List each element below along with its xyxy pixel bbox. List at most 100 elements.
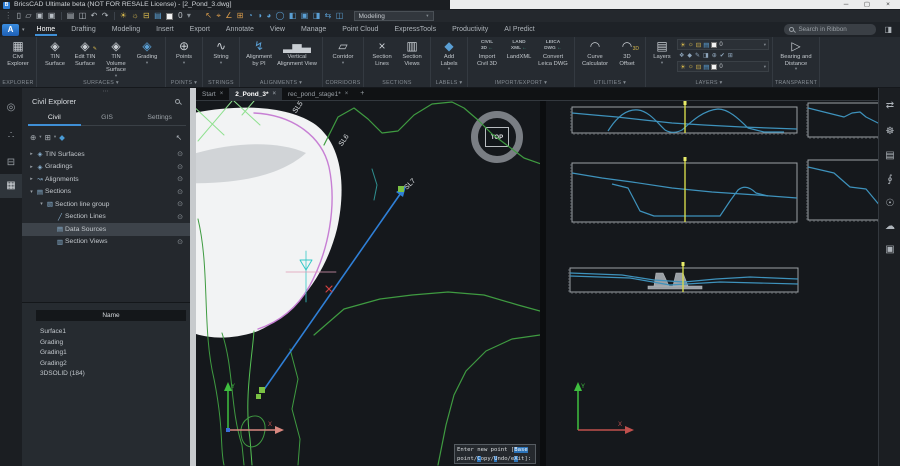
redo-icon[interactable]: ↷ xyxy=(102,10,109,22)
section-views-button[interactable]: ▥SectionViews xyxy=(398,38,426,79)
workspace-dropdown[interactable]: Modeling ▾ xyxy=(354,11,434,21)
ribbon-tab-home[interactable]: Home xyxy=(29,22,64,37)
tab-close-icon[interactable]: × xyxy=(273,91,277,97)
ribbon-panel-label[interactable]: LABELS ▾ xyxy=(431,80,467,86)
document-tab-start[interactable]: Start× xyxy=(196,88,229,100)
layer-lock-icon[interactable]: ⊟ xyxy=(143,10,150,22)
dual-monitor-icon[interactable]: ◫ xyxy=(336,10,344,22)
section-lines-button[interactable]: ×SectionLines xyxy=(368,38,396,79)
ribbon-search[interactable]: Search in Ribbon xyxy=(784,24,876,35)
convert-leica-dwg-button[interactable]: LEICADWG ←ConvertLeica DWG xyxy=(536,38,570,79)
layer-state-icon-0[interactable]: ☀ xyxy=(680,63,686,71)
section-view-chart[interactable] xyxy=(570,268,798,292)
tree-item-sections[interactable]: ▾▤Sections⊙ xyxy=(22,186,190,199)
layer-row-caret-icon[interactable]: ▾ xyxy=(764,64,766,70)
ribbon-tab-modeling[interactable]: Modeling xyxy=(104,22,148,37)
section-view-chart[interactable] xyxy=(808,160,878,220)
undo-icon[interactable]: ↶ xyxy=(91,10,98,22)
add-caret-icon[interactable]: ▾ xyxy=(39,134,41,140)
save-icon[interactable]: ▣ xyxy=(36,10,44,22)
visibility-eye-icon[interactable]: ⊙ xyxy=(177,150,183,158)
tree-item-tin-surfaces[interactable]: ▸◈TIN Surfaces⊙ xyxy=(22,148,190,161)
civil-explorer-dock-icon[interactable]: ▦ xyxy=(0,174,22,198)
tree-expander-icon[interactable]: ▸ xyxy=(28,164,35,170)
layer-state-icon-1[interactable]: ☼ xyxy=(688,63,694,70)
tree-item-section-lines[interactable]: ╱Section Lines⊙ xyxy=(22,211,190,224)
panel-grid-icon[interactable]: ▣ xyxy=(301,10,309,22)
ribbon-tab-point-cloud[interactable]: Point Cloud xyxy=(334,22,386,37)
3d-offset-button[interactable]: ◠3D3DOffset xyxy=(613,38,641,79)
screen-icon[interactable]: ▣ xyxy=(879,244,900,255)
application-button[interactable]: A xyxy=(2,24,19,36)
layer-on-icon[interactable]: ☀ xyxy=(120,10,127,22)
panel-tab-settings[interactable]: Settings xyxy=(133,111,186,125)
menu-grip-icon[interactable]: ⋮ xyxy=(4,10,12,22)
maximize-button[interactable]: ▢ xyxy=(857,0,877,9)
layer-state-icon-0[interactable]: ☀ xyxy=(680,41,686,49)
panel-left-icon[interactable]: ◧ xyxy=(289,10,297,22)
cloud-icon[interactable]: ☁ xyxy=(879,221,900,232)
panel-right-icon[interactable]: ◨ xyxy=(313,10,321,22)
layer-dropdown-row[interactable]: ☀☼⊟▤0▾ xyxy=(677,61,769,72)
section-view-chart[interactable] xyxy=(572,163,797,222)
layer-row-caret-icon[interactable]: ▾ xyxy=(764,42,766,48)
civil-explorer-button[interactable]: ▦CivilExplorer xyxy=(4,38,32,79)
minimize-button[interactable]: ─ xyxy=(836,0,856,9)
tree-item-section-line-group[interactable]: ▾▧Section line group⊙ xyxy=(22,198,190,211)
view-orbit-icon[interactable]: ◔ xyxy=(248,10,253,22)
tin-surface-button[interactable]: ◈TINSurface xyxy=(41,38,69,79)
ribbon-tab-insert[interactable]: Insert xyxy=(148,22,182,37)
layer-caret-icon[interactable]: ▾ xyxy=(187,10,191,22)
point-cloud-icon[interactable]: ∴ xyxy=(0,124,22,148)
panel-drag-handle[interactable]: ⋯ xyxy=(22,88,190,95)
select-cursor-icon[interactable]: ↖ xyxy=(176,133,182,142)
close-button[interactable]: × xyxy=(878,0,898,9)
balloon-icon[interactable]: ☉ xyxy=(879,198,900,209)
pan-arrows-icon[interactable]: ⇄ xyxy=(879,100,900,111)
ribbon-panel-label[interactable]: TRANSPARENT xyxy=(773,80,819,86)
tree-item-gradings[interactable]: ▸◈Gradings⊙ xyxy=(22,161,190,174)
document-tab-rec-pond-stage1-[interactable]: rec_pond_stage1*× xyxy=(282,88,354,100)
ribbon-panel-label[interactable]: ALIGNMENTS ▾ xyxy=(240,80,322,86)
right-viewport[interactable]: YX xyxy=(546,101,878,466)
table-row[interactable]: Grading1 xyxy=(40,349,67,356)
panel-tab-gis[interactable]: GIS xyxy=(81,111,134,125)
tree-expander-icon[interactable]: ▾ xyxy=(38,201,45,207)
bearing-and-distance-button[interactable]: ▷Bearing andDistance▾ xyxy=(777,38,815,79)
tab-close-icon[interactable]: × xyxy=(220,91,224,97)
insert-caret-icon[interactable]: ▾ xyxy=(54,134,56,140)
visibility-eye-icon[interactable]: ⊙ xyxy=(177,200,183,208)
layer-tool-icon-6[interactable]: ⊞ xyxy=(728,52,733,59)
tree-item-section-views[interactable]: ▥Section Views⊙ xyxy=(22,236,190,249)
name-column-header[interactable]: Name xyxy=(36,310,186,321)
visibility-eye-icon[interactable]: ⊙ xyxy=(177,163,183,171)
panel-tab-civil[interactable]: Civil xyxy=(28,111,81,125)
ribbon-tab-manage[interactable]: Manage xyxy=(293,22,334,37)
select-tool-icon[interactable]: ↖ xyxy=(205,10,212,22)
ribbon-tab-expresstools[interactable]: ExpressTools xyxy=(386,22,444,37)
ribbon-options-icon[interactable]: ◨ xyxy=(884,25,892,34)
save-all-icon[interactable]: ▣ xyxy=(48,10,56,22)
visibility-eye-icon[interactable]: ⊙ xyxy=(177,238,183,246)
ribbon-tab-view[interactable]: View xyxy=(262,22,293,37)
panel-search-icon[interactable] xyxy=(175,99,180,104)
paperclip-icon[interactable]: ∮ xyxy=(879,174,900,185)
layer-state-icon-3[interactable]: ▤ xyxy=(703,41,709,49)
layer-tool-icon-0[interactable]: ❖ xyxy=(679,52,684,59)
application-caret-icon[interactable]: ▾ xyxy=(22,27,25,33)
ribbon-panel-label[interactable]: CORRIDORS xyxy=(323,80,363,86)
visibility-eye-icon[interactable]: ⊙ xyxy=(177,213,183,221)
string-button[interactable]: ∿String▾ xyxy=(207,38,235,79)
ribbon-tab-export[interactable]: Export xyxy=(182,22,218,37)
tab-close-icon[interactable]: × xyxy=(345,91,349,97)
vertical-alignment-view-button[interactable]: ▂▅▃VerticalAlignment View xyxy=(276,38,318,79)
landxml-button[interactable]: LANDXML ←LandXML xyxy=(504,38,534,79)
ribbon-tab-annotate[interactable]: Annotate xyxy=(218,22,262,37)
tin-volume-surface-button[interactable]: ◈TIN VolumeSurface▾ xyxy=(101,38,131,79)
corridor-button[interactable]: ▱Corridor▾ xyxy=(327,38,359,79)
section-view-chart[interactable] xyxy=(808,103,878,137)
print-preview-icon[interactable]: ▤ xyxy=(67,10,75,22)
layer-state-icon-2[interactable]: ⊟ xyxy=(696,63,701,71)
points-button[interactable]: ⊕Points▾ xyxy=(170,38,198,79)
publish-icon[interactable]: ◫ xyxy=(79,10,87,22)
